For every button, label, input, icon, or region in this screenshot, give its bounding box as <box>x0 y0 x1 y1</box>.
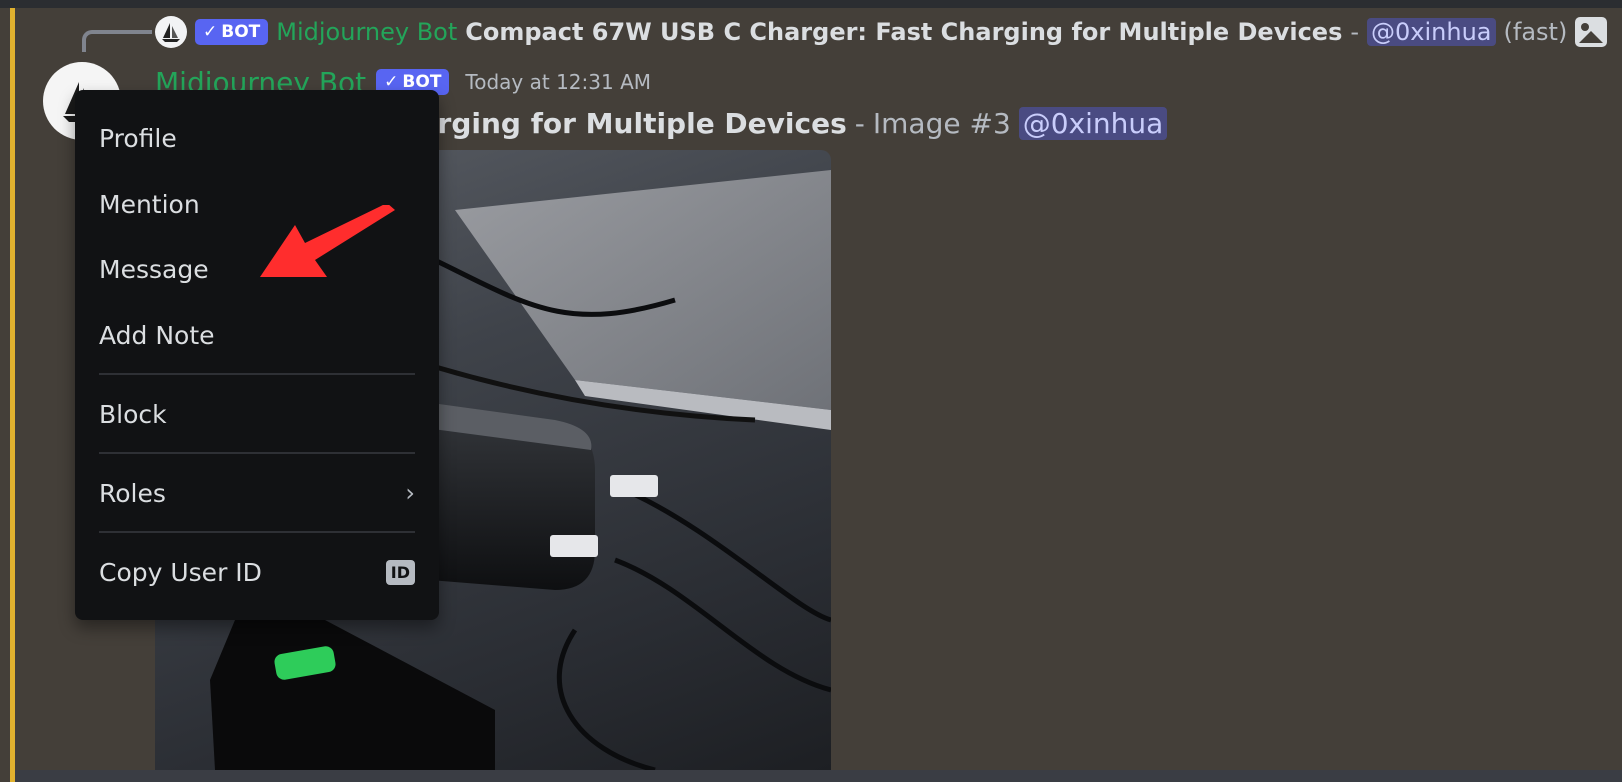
reply-bot-tag: ✓ BOT <box>195 19 269 45</box>
menu-separator <box>99 452 415 454</box>
message-highlight-bar <box>10 8 15 782</box>
menu-item-copy-user-id[interactable]: Copy User ID ID <box>99 550 415 594</box>
chat-frame: ✓ BOT Midjourney Bot Compact 67W USB C Ch… <box>0 0 1622 782</box>
reply-avatar[interactable] <box>155 16 187 48</box>
reply-author[interactable]: Midjourney Bot <box>276 18 457 46</box>
top-bar <box>0 0 1622 8</box>
image-label: Image #3 <box>872 106 1011 140</box>
bottom-strip <box>15 770 1622 782</box>
reply-reference[interactable]: ✓ BOT Midjourney Bot Compact 67W USB C Ch… <box>155 14 1608 50</box>
sailboat-icon <box>162 23 180 42</box>
message-timestamp[interactable]: Today at 12:31 AM <box>465 70 651 94</box>
user-context-menu: Profile Mention Message Add Note Block R… <box>75 90 439 620</box>
message-mention[interactable]: @0xinhua <box>1018 106 1168 140</box>
menu-item-block[interactable]: Block <box>99 392 415 436</box>
menu-item-profile[interactable]: Profile <box>99 116 415 160</box>
reply-mode: (fast) <box>1503 18 1568 46</box>
menu-separator <box>99 373 415 375</box>
check-icon: ✓ <box>203 22 218 42</box>
image-icon <box>1575 17 1608 47</box>
reply-mention[interactable]: @0xinhua <box>1367 18 1496 46</box>
menu-item-roles[interactable]: Roles › <box>99 471 415 515</box>
menu-item-add-note[interactable]: Add Note <box>99 313 415 357</box>
message-separator: - <box>854 106 865 140</box>
chevron-right-icon: › <box>405 479 415 507</box>
reply-prompt[interactable]: Compact 67W USB C Charger: Fast Charging… <box>465 18 1342 46</box>
id-badge-icon: ID <box>385 559 415 585</box>
menu-separator <box>99 531 415 533</box>
reply-separator: - <box>1350 18 1360 46</box>
annotation-arrow-icon <box>260 205 395 277</box>
reply-spine <box>82 30 152 52</box>
